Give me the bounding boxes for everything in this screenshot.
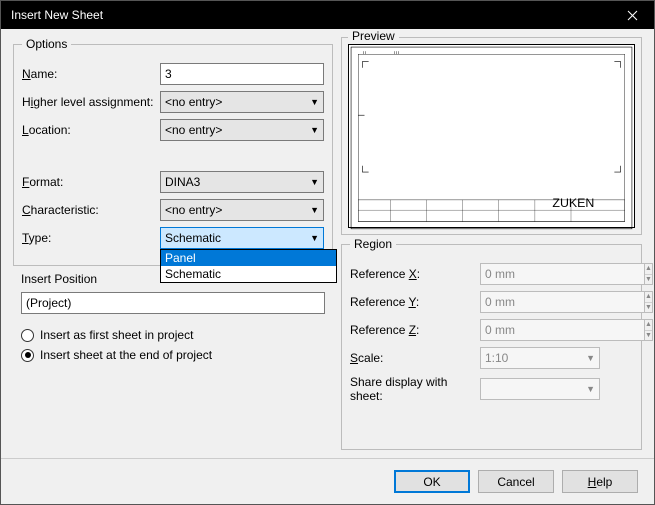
spin-up-icon[interactable]: ▲: [645, 292, 652, 303]
spin-down-icon[interactable]: ▼: [645, 275, 652, 285]
ref-x-spinner[interactable]: ▲▼: [480, 263, 600, 285]
preview-group: Preview: [341, 37, 642, 235]
drawing-icon: ZUKEN: [349, 45, 634, 231]
button-bar: OK Cancel Help: [1, 458, 654, 504]
characteristic-value: <no entry>: [165, 203, 222, 217]
chevron-down-icon: ▼: [310, 205, 319, 215]
spin-down-icon[interactable]: ▼: [645, 331, 652, 341]
higher-level-select[interactable]: <no entry> ▼: [160, 91, 324, 113]
ref-z-spinner[interactable]: ▲▼: [480, 319, 600, 341]
ref-y-label: Reference Y:: [350, 295, 480, 309]
ok-button[interactable]: OK: [394, 470, 470, 493]
radio-end-label: Insert sheet at the end of project: [40, 348, 212, 362]
name-input[interactable]: [160, 63, 324, 85]
spin-down-icon[interactable]: ▼: [645, 303, 652, 313]
content-area: Options Name: Higher level assignment: <…: [1, 29, 654, 458]
preview-legend: Preview: [348, 29, 399, 43]
preview-canvas: ZUKEN: [348, 44, 635, 228]
chevron-down-icon: ▼: [310, 177, 319, 187]
chevron-down-icon: ▼: [586, 384, 595, 394]
region-legend: Region: [350, 237, 396, 251]
type-select[interactable]: Schematic ▼: [160, 227, 324, 249]
location-select[interactable]: <no entry> ▼: [160, 119, 324, 141]
scale-value: 1:10: [485, 351, 508, 365]
characteristic-select[interactable]: <no entry> ▼: [160, 199, 324, 221]
options-group: Options Name: Higher level assignment: <…: [13, 37, 333, 266]
spin-up-icon[interactable]: ▲: [645, 264, 652, 275]
help-button[interactable]: Help: [562, 470, 638, 493]
spin-up-icon[interactable]: ▲: [645, 320, 652, 331]
type-option-panel[interactable]: Panel: [161, 250, 336, 266]
radio-first-row[interactable]: Insert as first sheet in project: [21, 328, 325, 342]
chevron-down-icon: ▼: [310, 233, 319, 243]
format-select[interactable]: DINA3 ▼: [160, 171, 324, 193]
name-label: Name:: [22, 67, 160, 81]
radio-icon: [21, 329, 34, 342]
type-dropdown-list: Panel Schematic: [160, 249, 337, 283]
share-label: Share display with sheet:: [350, 375, 480, 403]
close-button[interactable]: [610, 1, 654, 29]
format-value: DINA3: [165, 175, 200, 189]
type-option-schematic[interactable]: Schematic: [161, 266, 336, 282]
scale-label: Scale:: [350, 351, 480, 365]
cancel-button[interactable]: Cancel: [478, 470, 554, 493]
close-icon: [627, 10, 638, 21]
type-label: Type:: [22, 231, 160, 245]
type-value: Schematic: [165, 231, 221, 245]
radio-icon: [21, 349, 34, 362]
chevron-down-icon: ▼: [310, 125, 319, 135]
chevron-down-icon: ▼: [586, 353, 595, 363]
format-label: Format:: [22, 175, 160, 189]
preview-brand: ZUKEN: [552, 196, 594, 210]
window-title: Insert New Sheet: [11, 8, 610, 22]
options-legend: Options: [22, 37, 71, 51]
ref-z-value: [480, 319, 645, 341]
left-column: Options Name: Higher level assignment: <…: [13, 37, 333, 458]
characteristic-label: Characteristic:: [22, 203, 160, 217]
ref-x-value: [480, 263, 645, 285]
dialog-window: Insert New Sheet Options Name: Higher le…: [0, 0, 655, 505]
ref-y-spinner[interactable]: ▲▼: [480, 291, 600, 313]
ref-x-label: Reference X:: [350, 267, 480, 281]
titlebar: Insert New Sheet: [1, 1, 654, 29]
location-value: <no entry>: [165, 123, 222, 137]
radio-end-row[interactable]: Insert sheet at the end of project: [21, 348, 325, 362]
project-display: [21, 292, 325, 314]
chevron-down-icon: ▼: [310, 97, 319, 107]
higher-level-label: Higher level assignment:: [22, 95, 160, 109]
right-column: Preview: [341, 37, 642, 458]
region-group: Region Reference X: ▲▼ Reference Y:: [341, 237, 642, 450]
scale-select[interactable]: 1:10 ▼: [480, 347, 600, 369]
share-select[interactable]: ▼: [480, 378, 600, 400]
location-label: Location:: [22, 123, 160, 137]
ref-y-value: [480, 291, 645, 313]
ref-z-label: Reference Z:: [350, 323, 480, 337]
higher-level-value: <no entry>: [165, 95, 222, 109]
radio-first-label: Insert as first sheet in project: [40, 328, 193, 342]
insert-position-group: Insert Position Insert as first sheet in…: [13, 270, 333, 368]
